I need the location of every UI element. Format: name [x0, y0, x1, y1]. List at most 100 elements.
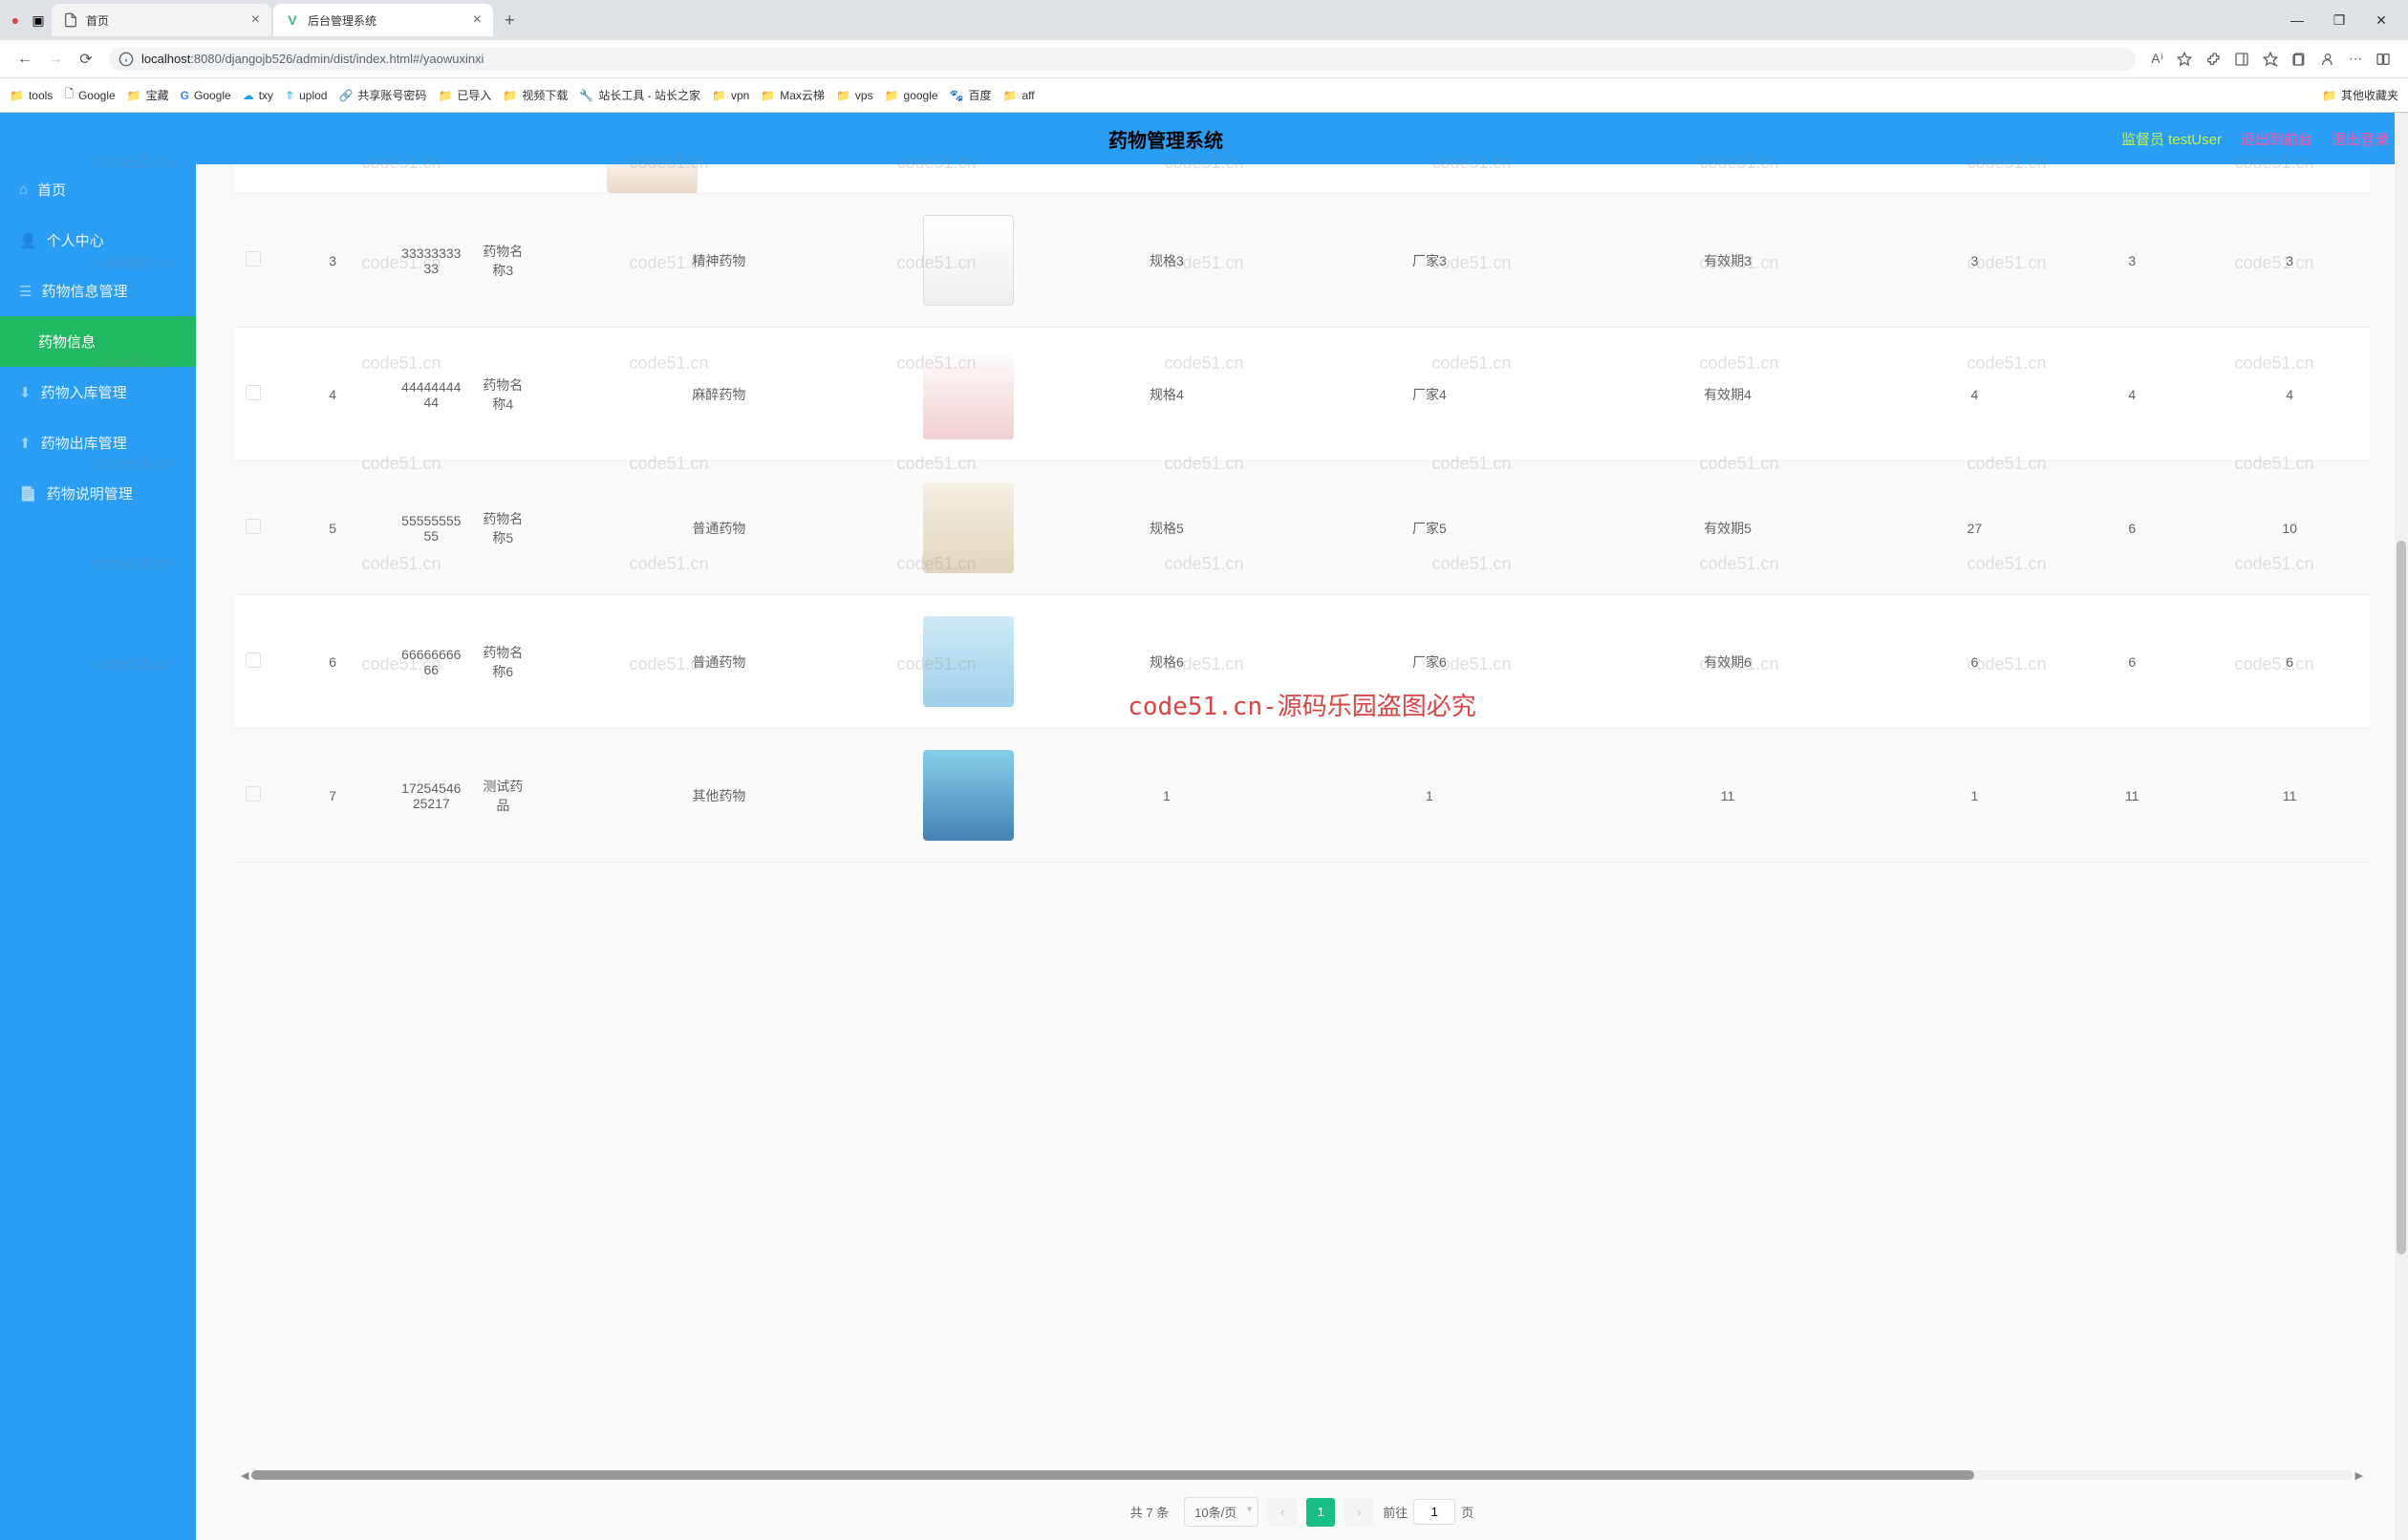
table-row[interactable]: 7 1725454625217 测试药品 其他药物 1 1 11 1 11 11	[234, 729, 2370, 863]
url-input[interactable]: localhost:8080/djangojb526/admin/dist/in…	[109, 48, 2136, 71]
sidebar: ⌂首页 👤个人中心 ☰药物信息管理 药物信息 ⬇药物入库管理 ⬆药物出库管理 📄…	[0, 164, 196, 1540]
bookmark-item[interactable]: 📁视频下载	[503, 87, 568, 103]
row-checkbox[interactable]	[246, 786, 261, 802]
minimize-button[interactable]: —	[2276, 12, 2318, 29]
vscroll-thumb[interactable]	[2397, 541, 2406, 1254]
bookmark-item[interactable]: 📁宝藏	[127, 87, 169, 103]
account-icon[interactable]	[2320, 52, 2335, 67]
sidebar-item-drug-desc[interactable]: 📄药物说明管理	[0, 468, 196, 519]
sidebar-item-drug-in[interactable]: ⬇药物入库管理	[0, 367, 196, 417]
logout-link[interactable]: 退出登录	[2332, 129, 2389, 149]
maximize-button[interactable]: ❐	[2318, 12, 2360, 29]
prev-page-button[interactable]: ‹	[1268, 1498, 1297, 1527]
row-checkbox[interactable]	[246, 519, 261, 534]
bookmark-item[interactable]: 🔗共享账号密码	[338, 87, 426, 103]
page-size-select[interactable]: 10条/页	[1184, 1497, 1258, 1527]
bookmark-item[interactable]: 📁aff	[1003, 89, 1035, 102]
goto-suffix: 页	[1461, 1503, 1473, 1521]
refresh-button[interactable]: ⟳	[71, 50, 101, 69]
sidebar-item-drug-info-mgmt[interactable]: ☰药物信息管理	[0, 266, 196, 316]
content-area: code51.cn-源码乐园盗图必究 3 3333333333 药物名称3 精神…	[196, 164, 2408, 1540]
table-row[interactable]: 6 6666666666 药物名称6 普通药物 规格6 厂家6 有效期6 6 6…	[234, 595, 2370, 729]
vertical-scrollbar[interactable]	[2395, 113, 2408, 1540]
favorite-icon[interactable]	[2177, 52, 2192, 67]
hscroll-thumb[interactable]	[251, 1470, 1973, 1480]
bookmark-item[interactable]: ⇑uplod	[285, 89, 327, 102]
cell-index: 4	[272, 328, 393, 461]
scroll-right-arrow[interactable]: ▶	[2353, 1469, 2366, 1482]
hscroll-track[interactable]	[251, 1470, 2352, 1480]
favorites-bar-icon[interactable]	[2263, 52, 2278, 67]
close-icon[interactable]: ×	[251, 11, 260, 29]
drug-image[interactable]	[923, 349, 1014, 439]
bookmark-item[interactable]: 📁tools	[10, 89, 53, 102]
bookmark-item[interactable]: 🔧站长工具 - 站长之家	[579, 87, 700, 103]
row-checkbox[interactable]	[246, 652, 261, 668]
folder-icon: 📁	[836, 89, 850, 102]
next-page-button[interactable]: ›	[1344, 1498, 1373, 1527]
bookmark-item[interactable]: 📁Max云梯	[761, 87, 825, 103]
horizontal-scrollbar[interactable]: ◀ ▶	[196, 1466, 2408, 1484]
sidebar-item-profile[interactable]: 👤个人中心	[0, 215, 196, 266]
bookmark-item[interactable]: 🗋Google	[64, 85, 115, 105]
close-icon[interactable]: ×	[473, 11, 482, 29]
bookmark-item[interactable]: 📁已导入	[438, 87, 491, 103]
sidebar-item-drug-info[interactable]: 药物信息	[0, 316, 196, 367]
cell-c1: 4	[1895, 328, 2055, 461]
cell-spec: 规格6	[1035, 595, 1298, 729]
goto-input[interactable]	[1413, 1499, 1455, 1525]
row-checkbox[interactable]	[246, 251, 261, 267]
scroll-left-arrow[interactable]: ◀	[238, 1469, 251, 1482]
cell-vendor: 厂家3	[1298, 194, 1560, 328]
page-icon	[63, 12, 78, 28]
table-row[interactable]: 4 4444444444 药物名称4 麻醉药物 规格4 厂家4 有效期4 4 4…	[234, 328, 2370, 461]
bookmark-item[interactable]: 📁vps	[836, 89, 873, 102]
drug-image[interactable]	[923, 215, 1014, 306]
read-aloud-icon[interactable]: A⁾	[2151, 51, 2163, 67]
folder-icon: 📁	[761, 89, 775, 102]
cell-code: 1725454625217	[393, 729, 469, 863]
split-icon[interactable]	[2376, 52, 2391, 67]
folder-icon: 📁	[712, 89, 726, 102]
address-icons: A⁾ ⋯	[2143, 51, 2398, 67]
user-label[interactable]: 监督员 testUser	[2121, 129, 2222, 149]
drug-image[interactable]	[923, 616, 1014, 707]
more-icon[interactable]: ⋯	[2349, 51, 2362, 67]
new-tab-button[interactable]: +	[495, 11, 525, 31]
forward-button[interactable]: →	[40, 51, 71, 68]
bookmark-item[interactable]: 📁其他收藏夹	[2322, 87, 2398, 103]
cell-type: 精神药物	[536, 194, 901, 328]
tab-overview-icon[interactable]: ▣	[25, 12, 52, 29]
sidebar-item-home[interactable]: ⌂首页	[0, 164, 196, 215]
bookmark-item[interactable]: GGoogle	[181, 89, 231, 102]
back-button[interactable]: ←	[10, 51, 40, 68]
browser-tab[interactable]: 首页 ×	[52, 4, 271, 36]
table-wrapper[interactable]: 3 3333333333 药物名称3 精神药物 规格3 厂家3 有效期3 3 3…	[196, 164, 2408, 1466]
cloud-icon: ☁	[243, 89, 254, 102]
vue-icon: V	[285, 12, 300, 28]
browser-tab-active[interactable]: V 后台管理系统 ×	[273, 4, 493, 36]
bookmark-item[interactable]: 📁google	[885, 89, 938, 102]
cell-index: 3	[272, 194, 393, 328]
collections-icon[interactable]	[2291, 52, 2307, 67]
bookmark-item[interactable]: 📁vpn	[712, 89, 749, 102]
table-row[interactable]: 3 3333333333 药物名称3 精神药物 规格3 厂家3 有效期3 3 3…	[234, 194, 2370, 328]
page-number-button[interactable]: 1	[1306, 1498, 1335, 1527]
bookmark-item[interactable]: ☁txy	[243, 89, 273, 102]
cell-c2: 6	[2054, 461, 2209, 595]
cell-index: 7	[272, 729, 393, 863]
bookmark-item[interactable]: 🐾百度	[950, 87, 992, 103]
drug-image[interactable]	[923, 750, 1014, 841]
sidebar-item-drug-out[interactable]: ⬆药物出库管理	[0, 417, 196, 468]
cell-index: 6	[272, 595, 393, 729]
close-window-button[interactable]: ✕	[2360, 12, 2402, 29]
baidu-icon: 🐾	[950, 89, 964, 102]
drug-image[interactable]	[923, 482, 1014, 573]
sidebar-icon[interactable]	[2234, 52, 2249, 67]
row-checkbox[interactable]	[246, 385, 261, 400]
tools-icon: 🔧	[579, 89, 593, 102]
table-row[interactable]: 5 5555555555 药物名称5 普通药物 规格5 厂家5 有效期5 27 …	[234, 461, 2370, 595]
bookmarks-bar: 📁tools 🗋Google 📁宝藏 GGoogle ☁txy ⇑uplod 🔗…	[0, 78, 2408, 113]
exit-front-link[interactable]: 退出到前台	[2241, 129, 2312, 149]
extensions-icon[interactable]	[2205, 52, 2221, 67]
